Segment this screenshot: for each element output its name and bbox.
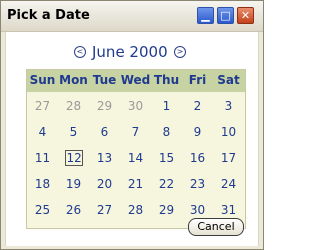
title-bar[interactable]: Pick a Date ▁ □ ✕ bbox=[1, 1, 263, 32]
day-cell[interactable]: 6 bbox=[89, 122, 120, 142]
day-cell[interactable]: 18 bbox=[27, 174, 58, 194]
weekday-label: Mon bbox=[59, 73, 88, 87]
weekday-label: Sat bbox=[217, 73, 240, 87]
chevron-right-icon: > bbox=[176, 47, 184, 56]
next-month-button[interactable]: > bbox=[174, 46, 186, 58]
weekday-label: Tue bbox=[92, 73, 117, 87]
day-cell[interactable]: 16 bbox=[182, 148, 213, 168]
client-area: < June 2000 > Sun Mon Tue Wed Thu Fri Sat 27 28… bbox=[5, 32, 259, 246]
day-cell[interactable]: 25 bbox=[27, 200, 58, 220]
day-cell[interactable]: 14 bbox=[120, 148, 151, 168]
day-cell[interactable]: 30 bbox=[182, 200, 213, 220]
day-cell[interactable]: 30 bbox=[120, 96, 151, 116]
day-cell[interactable]: 28 bbox=[120, 200, 151, 220]
day-cell[interactable]: 1 bbox=[151, 96, 182, 116]
minimize-button[interactable]: ▁ bbox=[197, 7, 214, 24]
day-cell[interactable]: 27 bbox=[89, 200, 120, 220]
day-cell[interactable]: 23 bbox=[182, 174, 213, 194]
day-cell[interactable]: 8 bbox=[151, 122, 182, 142]
day-cell[interactable]: 24 bbox=[213, 174, 244, 194]
day-cell[interactable]: 9 bbox=[182, 122, 213, 142]
day-cell[interactable]: 15 bbox=[151, 148, 182, 168]
day-cell[interactable]: 22 bbox=[151, 174, 182, 194]
day-cell[interactable]: 17 bbox=[213, 148, 244, 168]
day-cell[interactable]: 31 bbox=[213, 200, 244, 220]
day-cell[interactable]: 19 bbox=[58, 174, 89, 194]
day-cell[interactable]: 7 bbox=[120, 122, 151, 142]
day-cell[interactable]: 11 bbox=[27, 148, 58, 168]
weekday-label: Sun bbox=[29, 73, 56, 87]
day-cell[interactable]: 21 bbox=[120, 174, 151, 194]
close-icon: ✕ bbox=[240, 9, 251, 22]
prev-month-button[interactable]: < bbox=[74, 46, 86, 58]
day-cell[interactable]: 10 bbox=[213, 122, 244, 142]
selected-day-cell[interactable]: 12 bbox=[58, 148, 89, 168]
chevron-left-icon: < bbox=[76, 47, 84, 56]
selected-day-label: 12 bbox=[64, 150, 83, 166]
weekday-label: Thu bbox=[153, 73, 180, 87]
day-cell[interactable]: 26 bbox=[58, 200, 89, 220]
weekday-label: Fri bbox=[188, 73, 207, 87]
day-cell[interactable]: 2 bbox=[182, 96, 213, 116]
day-cell[interactable]: 29 bbox=[89, 96, 120, 116]
day-cell[interactable]: 3 bbox=[213, 96, 244, 116]
close-button[interactable]: ✕ bbox=[237, 7, 254, 24]
day-cell[interactable]: 13 bbox=[89, 148, 120, 168]
day-cell[interactable]: 5 bbox=[58, 122, 89, 142]
day-cell[interactable]: 29 bbox=[151, 200, 182, 220]
window-title: Pick a Date bbox=[7, 8, 90, 23]
date-picker-window: Pick a Date ▁ □ ✕ < June 2000 > Sun Mon Tu… bbox=[0, 0, 264, 250]
cancel-button[interactable]: Cancel bbox=[188, 218, 244, 236]
month-navigation: < June 2000 > bbox=[6, 43, 260, 63]
minimize-icon: ▁ bbox=[201, 9, 210, 22]
day-cell[interactable]: 28 bbox=[58, 96, 89, 116]
maximize-icon: □ bbox=[220, 9, 231, 22]
month-label: June 2000 bbox=[92, 43, 168, 61]
day-cell[interactable]: 20 bbox=[89, 174, 120, 194]
calendar-grid: Sun Mon Tue Wed Thu Fri Sat 27 28 29 30 1 2 3 4 5 6 7 8 9 1… bbox=[26, 69, 246, 229]
weekday-label: Wed bbox=[120, 73, 151, 87]
weekday-header-row: Sun Mon Tue Wed Thu Fri Sat bbox=[27, 70, 245, 92]
day-cell[interactable]: 27 bbox=[27, 96, 58, 116]
maximize-button[interactable]: □ bbox=[217, 7, 234, 24]
day-cell[interactable]: 4 bbox=[27, 122, 58, 142]
